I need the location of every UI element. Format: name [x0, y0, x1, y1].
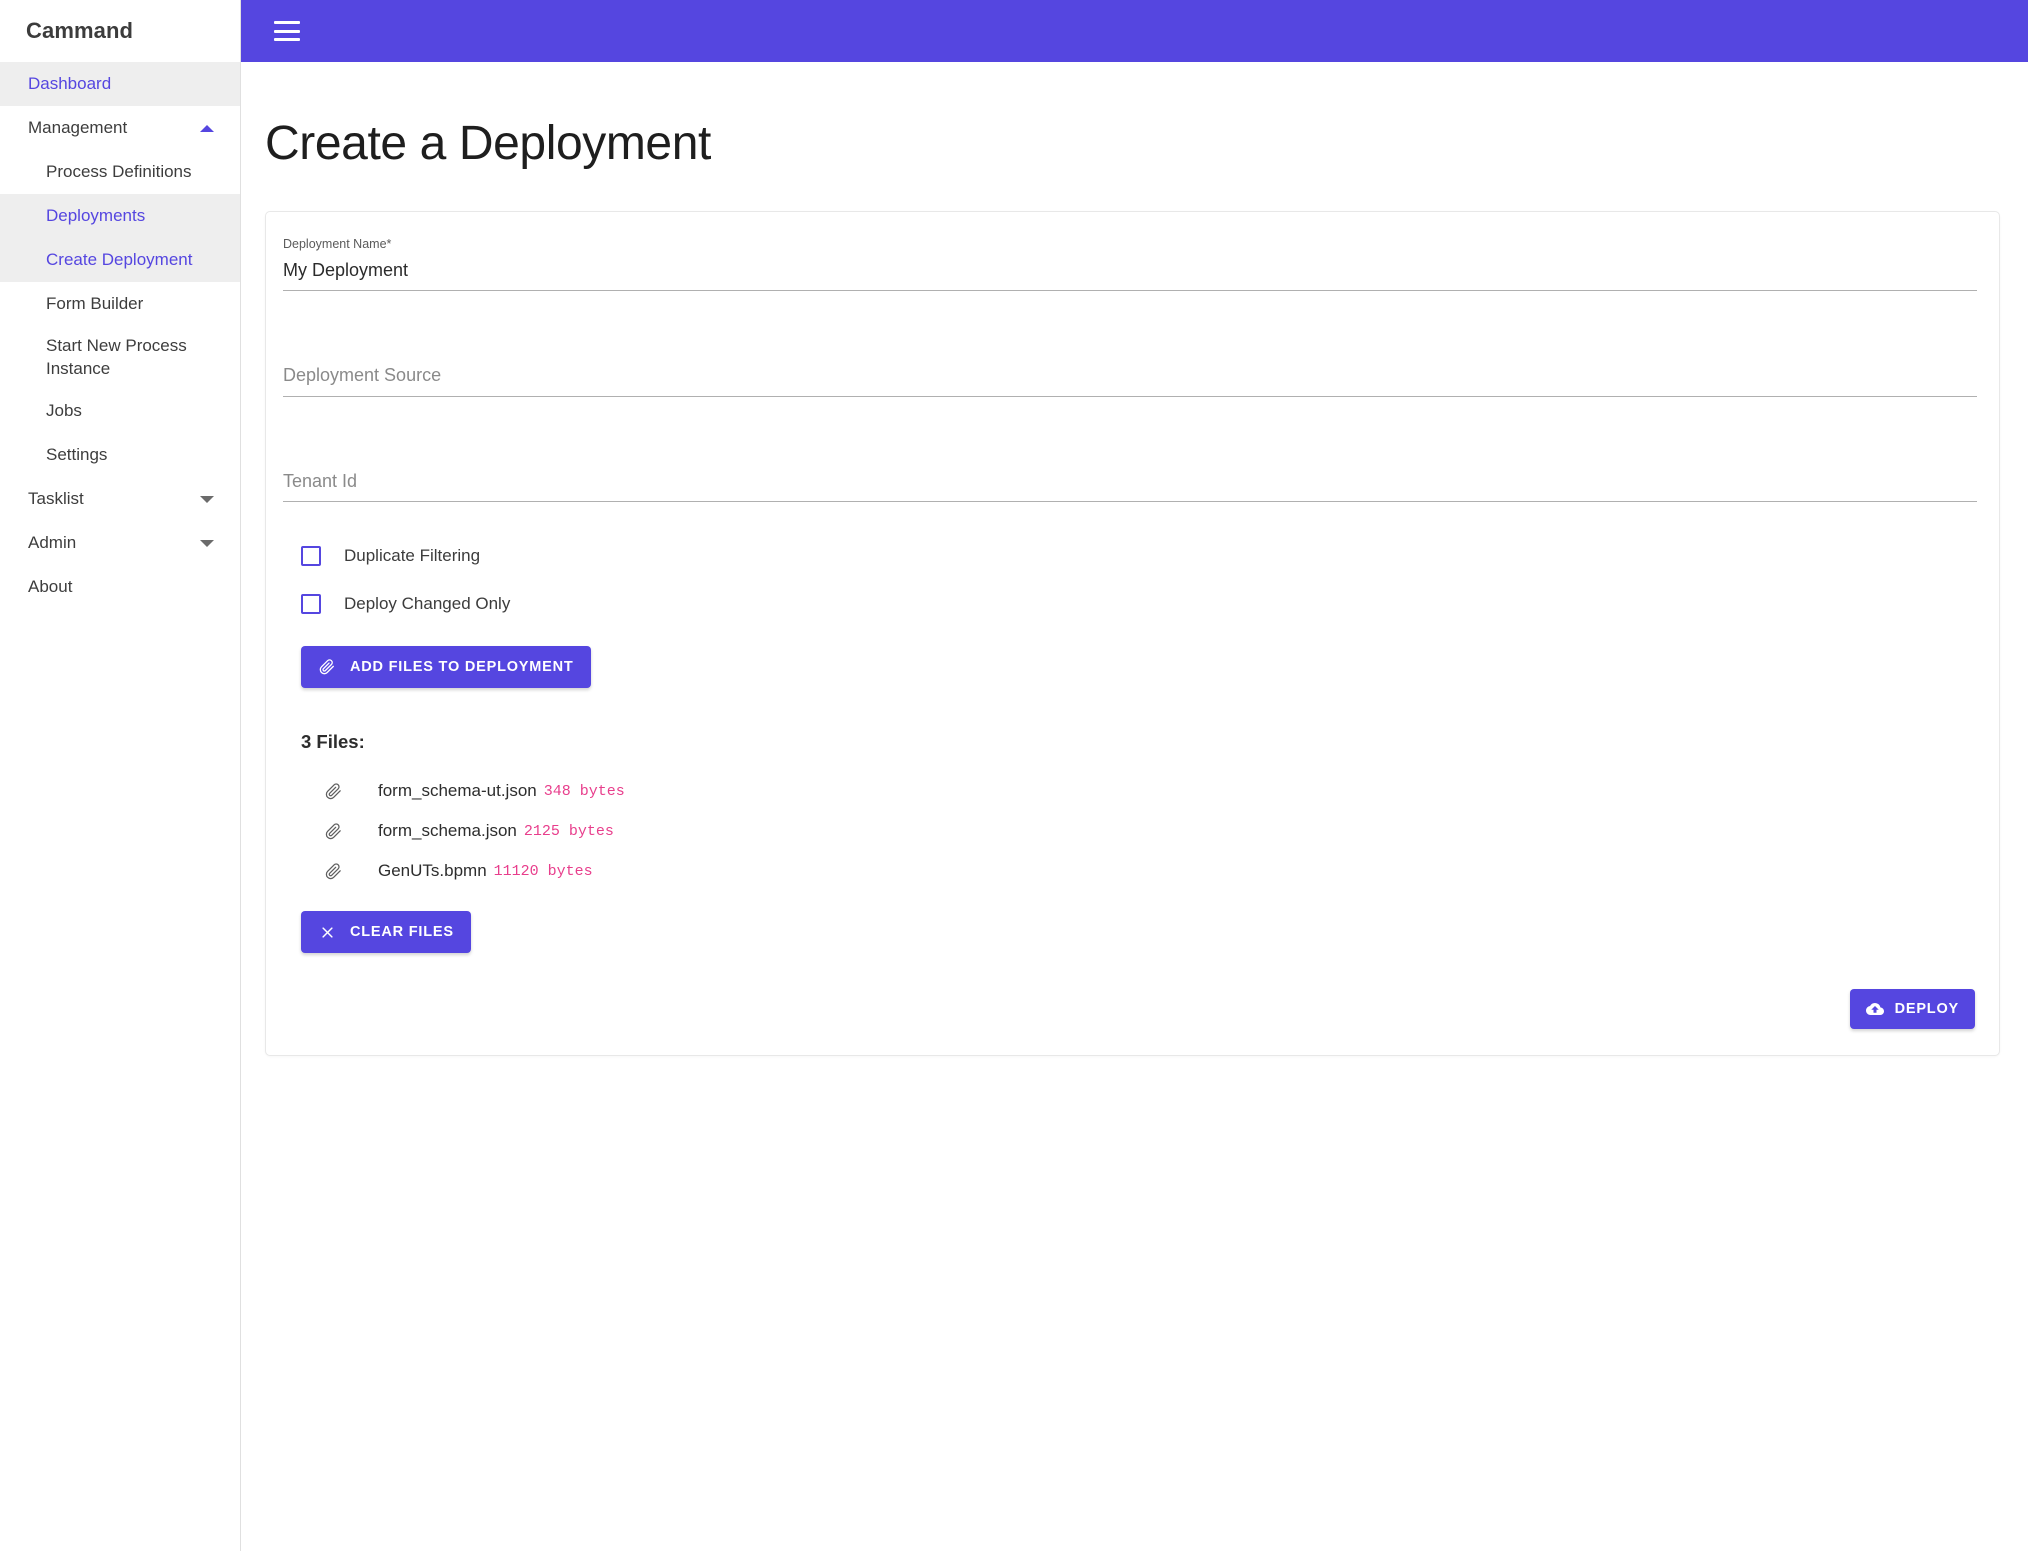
sidebar-item-label: Start New Process Instance	[46, 336, 187, 378]
sidebar-item-deployments[interactable]: Deployments	[0, 194, 240, 238]
page-title: Create a Deployment	[265, 117, 711, 170]
brand-logo[interactable]: Cammand	[0, 0, 240, 62]
sidebar-item-label: Dashboard	[28, 73, 112, 93]
sidebar-item-start-new-process-instance[interactable]: Start New Process Instance	[0, 326, 240, 390]
top-app-bar	[241, 0, 2028, 62]
sidebar-item-create-deployment[interactable]: Create Deployment	[0, 238, 240, 282]
deploy-button-label: DEPLOY	[1894, 1001, 1959, 1018]
app-root: Cammand Dashboard Management Process Defin…	[0, 0, 2028, 1551]
field-spacer-2	[283, 427, 1977, 471]
chevron-down-icon	[200, 496, 214, 504]
deployment-source-field[interactable]: Deployment Source	[283, 365, 1977, 397]
card-footer: DEPLOY	[283, 989, 1977, 1030]
deployment-source-input[interactable]: Deployment Source	[283, 365, 1977, 397]
page-content: Create a Deployment Deployment Name* My …	[241, 116, 2028, 1057]
file-list-item: form_schema-ut.json 348 bytes	[323, 771, 1977, 811]
duplicate-filtering-label: Duplicate Filtering	[344, 546, 481, 566]
deploy-changed-only-checkbox[interactable]	[301, 594, 321, 615]
cloud-upload-icon	[1865, 1000, 1884, 1018]
sidebar-item-jobs[interactable]: Jobs	[0, 390, 240, 434]
hamburger-bar-2	[274, 29, 300, 33]
sidebar-nav: Dashboard Management Process Definitions De…	[0, 62, 240, 610]
main-area: Create a Deployment Deployment Name* My …	[241, 0, 2028, 1551]
add-files-to-deployment-button[interactable]: ADD FILES TO DEPLOYMENT	[301, 646, 591, 689]
deploy-changed-only-row[interactable]: Deploy Changed Only	[301, 580, 1977, 628]
file-name: form_schema-ut.json	[378, 781, 537, 801]
clear-files-button-label: CLEAR FILES	[350, 924, 454, 941]
sidebar-item-label: Jobs	[46, 401, 82, 421]
sidebar-item-label: About	[28, 577, 73, 597]
brand-name: Cammand	[26, 18, 134, 43]
deployment-name-field[interactable]: Deployment Name* My Deployment	[283, 237, 1977, 292]
file-size: 2125 bytes	[523, 822, 614, 840]
file-list-item: GenUTs.bpmn 11120 bytes	[323, 851, 1977, 891]
sidebar: Cammand Dashboard Management Process Defin…	[0, 0, 241, 1551]
sidebar-item-settings[interactable]: Settings	[0, 434, 240, 478]
sidebar-item-dashboard[interactable]: Dashboard	[0, 62, 240, 106]
deploy-button[interactable]: DEPLOY	[1849, 989, 1975, 1030]
duplicate-filtering-row[interactable]: Duplicate Filtering	[301, 532, 1977, 580]
deploy-changed-only-label: Deploy Changed Only	[344, 594, 511, 614]
paperclip-icon	[323, 780, 343, 802]
duplicate-filtering-checkbox[interactable]	[301, 546, 321, 567]
hamburger-menu-icon[interactable]	[274, 21, 300, 41]
chevron-down-icon	[200, 540, 214, 548]
file-name: GenUTs.bpmn	[378, 861, 487, 881]
sidebar-item-label: Tasklist	[28, 489, 84, 509]
tenant-id-field[interactable]: Tenant Id	[283, 471, 1977, 503]
sidebar-item-label: Create Deployment	[46, 249, 193, 269]
file-name: form_schema.json	[378, 821, 517, 841]
sidebar-item-management[interactable]: Management	[0, 106, 240, 150]
paperclip-icon	[323, 820, 343, 842]
file-size: 348 bytes	[543, 782, 625, 800]
file-list: form_schema-ut.json 348 bytes form_schema.…	[283, 771, 1977, 891]
file-list-item: form_schema.json 2125 bytes	[323, 811, 1977, 851]
hamburger-bar-3	[274, 38, 300, 41]
add-files-button-label: ADD FILES TO DEPLOYMENT	[350, 659, 574, 676]
sidebar-item-label: Management	[28, 117, 128, 137]
chevron-up-icon	[200, 124, 214, 132]
sidebar-item-label: Settings	[46, 445, 108, 465]
sidebar-nav-list: Dashboard Management Process Definitions De…	[0, 62, 240, 610]
tenant-id-input[interactable]: Tenant Id	[283, 471, 1977, 503]
hamburger-bar-1	[274, 21, 300, 24]
deployment-form-card: Deployment Name* My Deployment Deploymen…	[265, 211, 2000, 1057]
sidebar-item-tasklist[interactable]: Tasklist	[0, 478, 240, 522]
sidebar-item-label: Deployments	[46, 205, 146, 225]
sidebar-item-admin[interactable]: Admin	[0, 522, 240, 566]
sidebar-item-label: Form Builder	[46, 293, 144, 313]
sidebar-item-form-builder[interactable]: Form Builder	[0, 282, 240, 326]
sidebar-item-process-definitions[interactable]: Process Definitions	[0, 150, 240, 194]
paperclip-icon	[318, 658, 336, 676]
files-count-heading: 3 Files:	[301, 731, 365, 753]
deployment-name-label: Deployment Name*	[283, 237, 392, 251]
file-size: 11120 bytes	[493, 862, 593, 880]
clear-files-button[interactable]: CLEAR FILES	[301, 911, 471, 954]
sidebar-item-label: Admin	[28, 533, 77, 553]
sidebar-item-label: Process Definitions	[46, 161, 192, 181]
field-spacer-1	[283, 321, 1977, 365]
deployment-name-input[interactable]: My Deployment	[283, 260, 1977, 292]
close-x-icon	[318, 923, 336, 941]
paperclip-icon	[323, 860, 343, 882]
sidebar-item-about[interactable]: About	[0, 566, 240, 610]
